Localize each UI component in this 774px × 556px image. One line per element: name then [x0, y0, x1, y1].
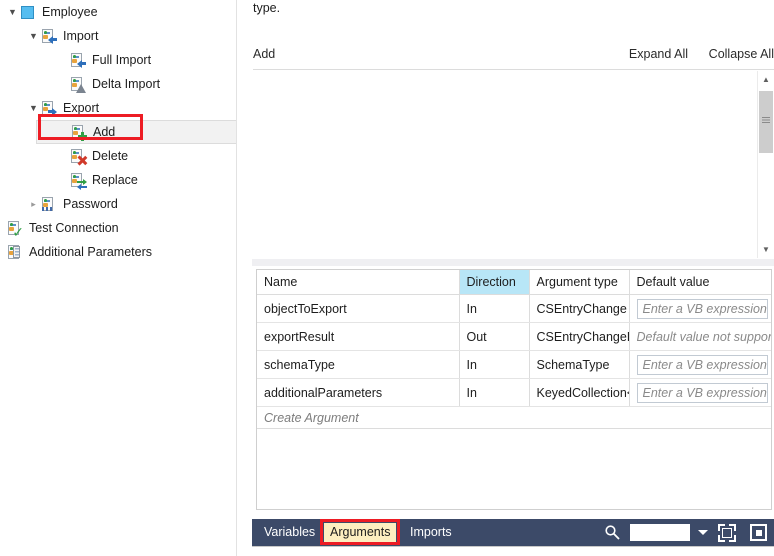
grid-header-row: Name Direction Argument type Default val… — [257, 270, 771, 295]
tree-item-label: Full Import — [92, 53, 152, 67]
tree-item-full-import[interactable]: Full Import — [0, 48, 236, 72]
cell-direction[interactable]: Out — [459, 322, 530, 351]
designer-footer-tabbar: Variables Arguments Imports — [252, 519, 774, 546]
scrollbar-thumb[interactable] — [759, 91, 773, 153]
tree-item-employee[interactable]: ▼ Employee — [0, 0, 236, 24]
canvas-vertical-scrollbar[interactable]: ▲ ▼ — [757, 71, 774, 258]
delta-import-icon — [69, 76, 86, 93]
tree-item-label: Employee — [42, 5, 98, 19]
tree-item-additional-parameters[interactable]: Additional Parameters — [0, 240, 236, 264]
export-replace-icon — [69, 172, 87, 190]
create-argument-label[interactable]: Create Argument — [257, 406, 771, 429]
default-value-input[interactable]: Enter a VB expression — [636, 298, 768, 319]
tree-item-label: Test Connection — [29, 221, 119, 235]
tree-item-replace[interactable]: Replace — [0, 168, 236, 192]
tree-item-test-connection[interactable]: ✓ Test Connection — [0, 216, 236, 240]
column-header-default-value[interactable]: Default value — [629, 270, 771, 295]
tabbar-underline — [252, 546, 774, 547]
default-value-input[interactable]: Enter a VB expression — [636, 382, 768, 403]
expander-open-icon[interactable]: ▼ — [27, 24, 40, 48]
collapse-all-link[interactable]: Collapse All — [709, 47, 774, 61]
column-header-argument-type[interactable]: Argument type — [529, 270, 630, 295]
cell-argument-type[interactable]: KeyedCollection<S — [529, 378, 630, 407]
import-document-icon — [40, 28, 57, 45]
cell-default-value[interactable]: Enter a VB expression — [629, 294, 771, 323]
cell-default-value[interactable]: Enter a VB expression — [629, 378, 771, 407]
table-row[interactable]: additionalParameters In KeyedCollection<… — [257, 378, 771, 407]
tree-item-password[interactable]: ▸ Password — [0, 192, 236, 216]
cell-default-value[interactable]: Enter a VB expression — [629, 350, 771, 379]
cell-direction[interactable]: In — [459, 294, 530, 323]
fit-to-screen-icon[interactable] — [718, 524, 736, 542]
chevron-down-icon[interactable] — [698, 530, 708, 535]
create-argument-row[interactable]: Create Argument — [257, 406, 771, 429]
scroll-down-icon[interactable]: ▼ — [758, 241, 774, 258]
magnifier-icon[interactable] — [604, 524, 621, 541]
tree-item-delta-import[interactable]: Delta Import — [0, 72, 236, 96]
tree-item-label: Additional Parameters — [29, 245, 152, 259]
tab-arguments[interactable]: Arguments — [324, 523, 397, 542]
reset-zoom-icon[interactable] — [750, 524, 767, 541]
cell-direction[interactable]: In — [459, 350, 530, 379]
full-import-icon — [69, 52, 86, 69]
export-add-icon — [70, 124, 87, 141]
column-header-direction[interactable]: Direction — [459, 270, 530, 295]
tab-imports[interactable]: Imports — [404, 523, 458, 542]
scroll-up-icon[interactable]: ▲ — [758, 71, 774, 88]
sequence-add-link[interactable]: Add — [253, 47, 275, 61]
tree-item-label: Export — [63, 101, 100, 115]
table-row[interactable]: objectToExport In CSEntryChange Enter a … — [257, 294, 771, 323]
navigation-tree-pane: ▼ Employee ▼ Import Full Import Delta Im… — [0, 0, 237, 556]
export-delete-icon — [69, 148, 86, 165]
tree-item-label: Add — [93, 125, 116, 139]
tree-item-add[interactable]: Add — [36, 120, 236, 144]
additional-parameters-icon — [6, 244, 23, 261]
cell-name[interactable]: objectToExport — [257, 294, 460, 323]
blue-square-icon — [19, 4, 36, 21]
cell-default-value: Default value not suppor — [629, 322, 772, 351]
column-header-name[interactable]: Name — [257, 270, 460, 295]
tree-item-label: Password — [63, 197, 118, 211]
sequence-toolbar: Add Expand All Collapse All — [253, 45, 774, 70]
cell-argument-type[interactable]: CSEntryChangeRe: — [529, 322, 630, 351]
table-row[interactable]: schemaType In SchemaType Enter a VB expr… — [257, 350, 771, 379]
cell-argument-type[interactable]: SchemaType — [529, 350, 630, 379]
expander-open-icon[interactable]: ▼ — [27, 96, 40, 120]
tree-item-label: Import — [63, 29, 99, 43]
activity-description-text: type. — [253, 1, 281, 15]
table-row[interactable]: exportResult Out CSEntryChangeRe: Defaul… — [257, 322, 772, 351]
zoom-level-input[interactable] — [630, 524, 690, 541]
tab-variables[interactable]: Variables — [258, 523, 321, 542]
cell-name[interactable]: schemaType — [257, 350, 460, 379]
test-connection-icon: ✓ — [6, 220, 24, 239]
default-value-unsupported-text: Default value not suppor — [636, 329, 772, 344]
expand-all-link[interactable]: Expand All — [629, 47, 688, 61]
tree-item-import[interactable]: ▼ Import — [0, 24, 236, 48]
arguments-grid: Name Direction Argument type Default val… — [256, 269, 772, 510]
export-document-icon — [40, 100, 57, 117]
tree-item-export[interactable]: ▼ Export — [0, 96, 236, 120]
horizontal-splitter[interactable] — [252, 259, 774, 266]
designer-canvas[interactable]: ▲ ▼ — [253, 71, 774, 258]
cell-name[interactable]: exportResult — [257, 322, 460, 351]
cell-argument-type[interactable]: CSEntryChange — [529, 294, 630, 323]
default-value-input[interactable]: Enter a VB expression — [636, 354, 768, 375]
tree-item-label: Replace — [92, 173, 138, 187]
cell-direction[interactable]: In — [459, 378, 530, 407]
cell-name[interactable]: additionalParameters — [257, 378, 460, 407]
tree-item-delete[interactable]: Delete — [0, 144, 236, 168]
expander-open-icon[interactable]: ▼ — [6, 0, 19, 24]
tree-item-label: Delete — [92, 149, 129, 163]
expander-closed-icon[interactable]: ▸ — [27, 192, 40, 216]
password-icon — [40, 196, 57, 213]
tree-item-label: Delta Import — [92, 77, 161, 91]
